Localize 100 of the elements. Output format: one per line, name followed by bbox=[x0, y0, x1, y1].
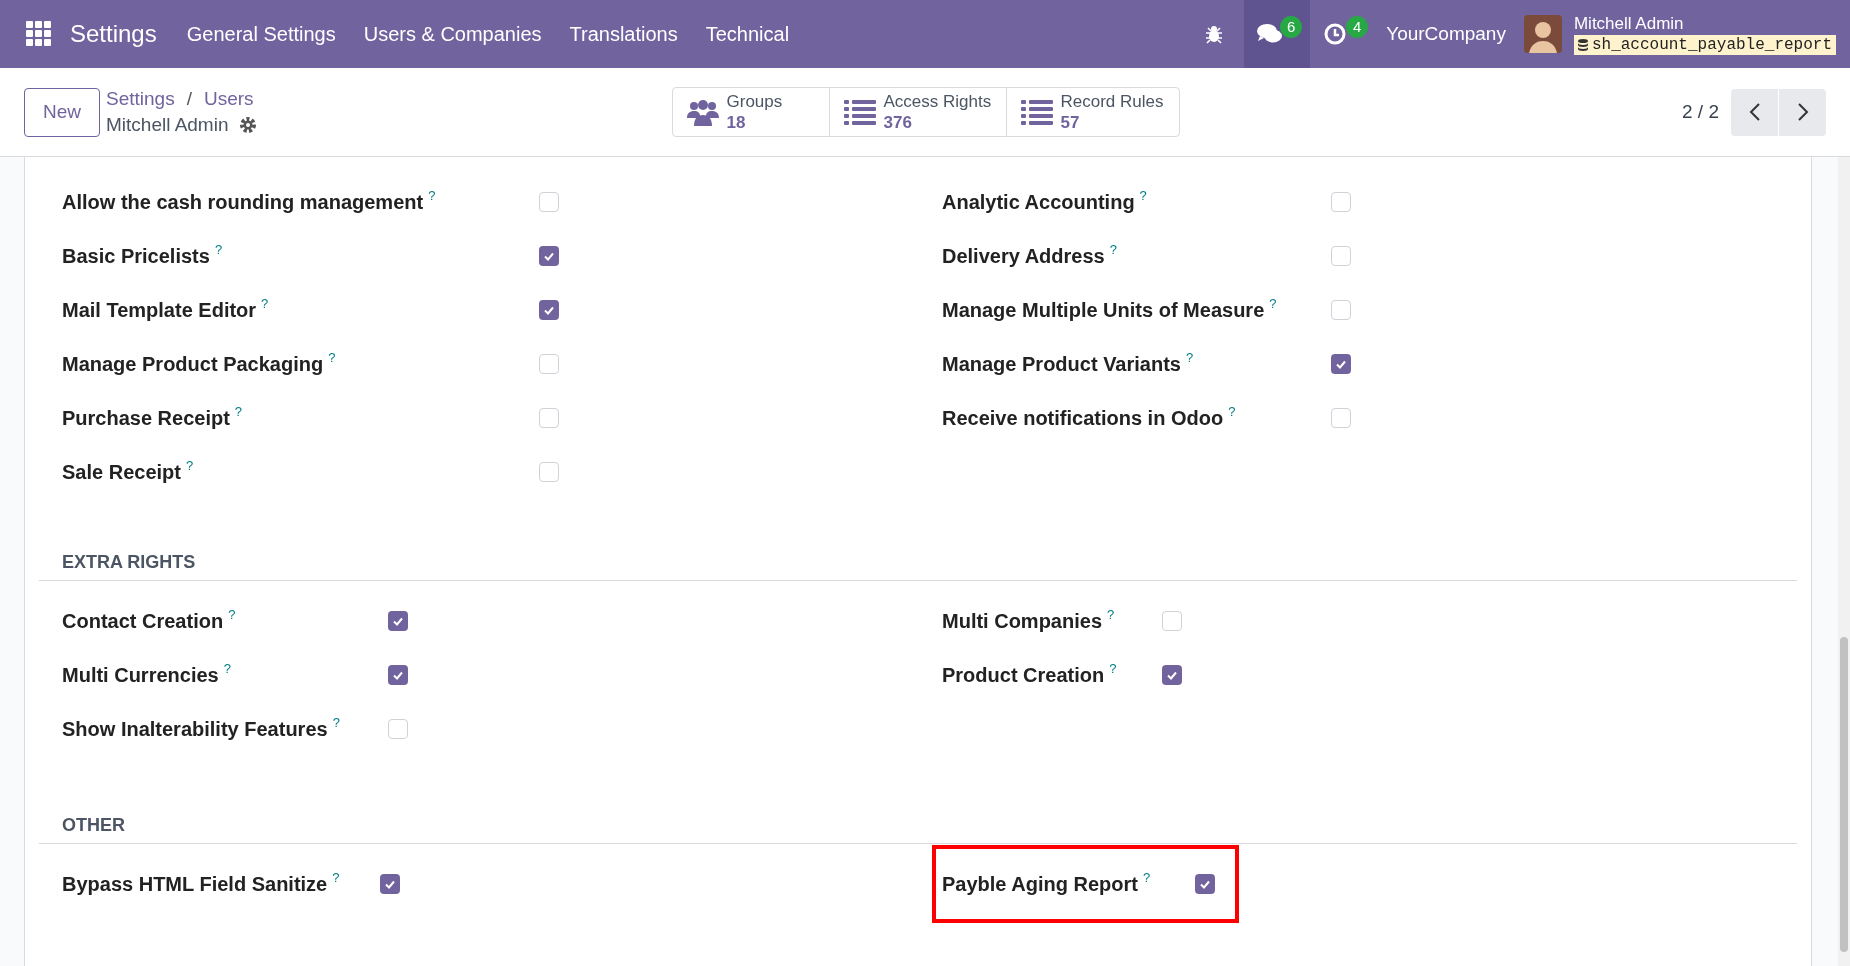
setting-label: Multi Companies bbox=[942, 609, 1102, 634]
help-tooltip[interactable]: ? bbox=[1109, 662, 1117, 675]
checkmark-icon bbox=[1199, 878, 1211, 890]
help-tooltip[interactable]: ? bbox=[228, 608, 236, 621]
users-icon bbox=[686, 98, 719, 126]
setting-label: Allow the cash rounding management bbox=[62, 190, 424, 215]
menu-item[interactable]: Translations bbox=[555, 0, 692, 68]
checkbox[interactable] bbox=[1162, 611, 1182, 631]
company-switcher[interactable]: YourCompany bbox=[1386, 19, 1506, 49]
help-tooltip[interactable]: ? bbox=[1185, 351, 1194, 364]
new-button[interactable]: New bbox=[24, 87, 100, 137]
app-title[interactable]: Settings bbox=[70, 16, 157, 52]
stat-label: Groups bbox=[726, 90, 783, 112]
checkmark-icon bbox=[392, 669, 404, 681]
setting-label: Delivery Address bbox=[942, 244, 1105, 269]
scrollbar-thumb[interactable] bbox=[1840, 637, 1848, 952]
menu-item[interactable]: Technical bbox=[691, 0, 804, 68]
activities-button[interactable]: 4 bbox=[1310, 0, 1377, 68]
setting-label: Bypass HTML Field Sanitize bbox=[62, 872, 328, 897]
setting-label: Sale Receipt bbox=[62, 460, 181, 485]
checkbox[interactable] bbox=[388, 665, 408, 685]
bug-icon[interactable] bbox=[1204, 24, 1225, 44]
checkbox[interactable] bbox=[539, 300, 559, 320]
help-tooltip[interactable]: ? bbox=[1269, 297, 1277, 310]
stat-button[interactable]: Groups 18 bbox=[672, 88, 829, 136]
chevron-left-icon bbox=[1748, 102, 1761, 122]
help-tooltip[interactable]: ? bbox=[1139, 189, 1147, 202]
help-tooltip[interactable]: ? bbox=[214, 243, 223, 256]
help-tooltip[interactable]: ? bbox=[1228, 405, 1236, 418]
breadcrumb-link[interactable]: Settings bbox=[106, 87, 175, 111]
menu-item[interactable]: General Settings bbox=[172, 0, 350, 68]
checkbox[interactable] bbox=[388, 719, 408, 739]
stat-label: Access Rights bbox=[883, 90, 992, 112]
setting-label: Manage Product Variants bbox=[942, 352, 1181, 377]
previous-button[interactable] bbox=[1731, 88, 1778, 136]
setting-label: Show Inalterability Features bbox=[62, 717, 328, 742]
help-tooltip[interactable]: ? bbox=[1109, 243, 1117, 256]
user-avatar[interactable] bbox=[1523, 15, 1562, 53]
user-name[interactable]: Mitchell Admin bbox=[1573, 13, 1836, 35]
help-tooltip[interactable]: ? bbox=[332, 716, 340, 729]
checkbox[interactable] bbox=[1331, 408, 1351, 428]
setting-label: Purchase Receipt bbox=[62, 406, 230, 431]
record-title: Mitchell Admin bbox=[106, 113, 229, 137]
checkmark-icon bbox=[384, 878, 396, 890]
help-tooltip[interactable]: ? bbox=[223, 662, 231, 675]
list-icon bbox=[843, 98, 876, 126]
help-tooltip[interactable]: ? bbox=[185, 459, 194, 472]
checkbox[interactable] bbox=[380, 874, 400, 894]
chevron-right-icon bbox=[1796, 102, 1809, 122]
setting-label: Manage Multiple Units of Measure bbox=[942, 298, 1265, 323]
help-tooltip[interactable]: ? bbox=[428, 189, 436, 202]
breadcrumb-link[interactable]: Users bbox=[203, 87, 254, 111]
count-badge: 4 bbox=[1346, 16, 1369, 38]
list-icon bbox=[1020, 98, 1053, 126]
database-badge: sh_account_payable_report bbox=[1573, 34, 1836, 55]
section-heading: EXTRA RIGHTS bbox=[62, 552, 196, 572]
checkmark-icon bbox=[1335, 358, 1347, 370]
next-button[interactable] bbox=[1779, 88, 1826, 136]
checkbox[interactable] bbox=[539, 462, 559, 482]
setting-label: Manage Product Packaging bbox=[62, 352, 324, 377]
settings-icon[interactable] bbox=[238, 115, 257, 134]
help-tooltip[interactable]: ? bbox=[234, 405, 243, 418]
help-tooltip[interactable]: ? bbox=[1142, 871, 1151, 884]
checkbox[interactable] bbox=[1195, 874, 1215, 894]
checkmark-icon bbox=[543, 304, 555, 316]
setting-label: Product Creation bbox=[942, 663, 1105, 688]
stat-label: Record Rules bbox=[1060, 90, 1164, 112]
checkbox[interactable] bbox=[539, 354, 559, 374]
stat-button[interactable]: Access Rights 376 bbox=[828, 88, 1006, 136]
setting-label: Mail Template Editor bbox=[62, 298, 257, 323]
stat-value: 57 bbox=[1060, 112, 1080, 134]
setting-label: Receive notifications in Odoo bbox=[942, 406, 1224, 431]
help-tooltip[interactable]: ? bbox=[328, 351, 336, 364]
stat-value: 18 bbox=[726, 112, 746, 134]
checkbox[interactable] bbox=[539, 408, 559, 428]
setting-label: Analytic Accounting bbox=[942, 190, 1135, 215]
checkmark-icon bbox=[1166, 669, 1178, 681]
checkbox[interactable] bbox=[539, 192, 559, 212]
checkmark-icon bbox=[543, 250, 555, 262]
messages-button[interactable]: 6 bbox=[1244, 0, 1311, 68]
apps-menu-icon[interactable] bbox=[26, 21, 52, 47]
setting-label: Payble Aging Report bbox=[942, 872, 1138, 897]
checkbox[interactable] bbox=[1162, 665, 1182, 685]
checkbox[interactable] bbox=[1331, 192, 1351, 212]
section-heading: OTHER bbox=[62, 815, 125, 835]
checkbox[interactable] bbox=[1331, 246, 1351, 266]
help-tooltip[interactable]: ? bbox=[1107, 608, 1115, 621]
setting-label: Contact Creation bbox=[62, 609, 224, 634]
checkmark-icon bbox=[392, 615, 404, 627]
setting-label: Multi Currencies bbox=[62, 663, 219, 688]
help-tooltip[interactable]: ? bbox=[261, 297, 269, 310]
checkbox[interactable] bbox=[539, 246, 559, 266]
help-tooltip[interactable]: ? bbox=[332, 871, 340, 884]
checkbox[interactable] bbox=[1331, 354, 1351, 374]
count-badge: 6 bbox=[1280, 16, 1303, 38]
checkbox[interactable] bbox=[388, 611, 408, 631]
checkbox[interactable] bbox=[1331, 300, 1351, 320]
breadcrumb-separator: / bbox=[186, 87, 192, 111]
stat-button[interactable]: Record Rules 57 bbox=[1005, 88, 1179, 136]
menu-item[interactable]: Users & Companies bbox=[349, 0, 556, 68]
